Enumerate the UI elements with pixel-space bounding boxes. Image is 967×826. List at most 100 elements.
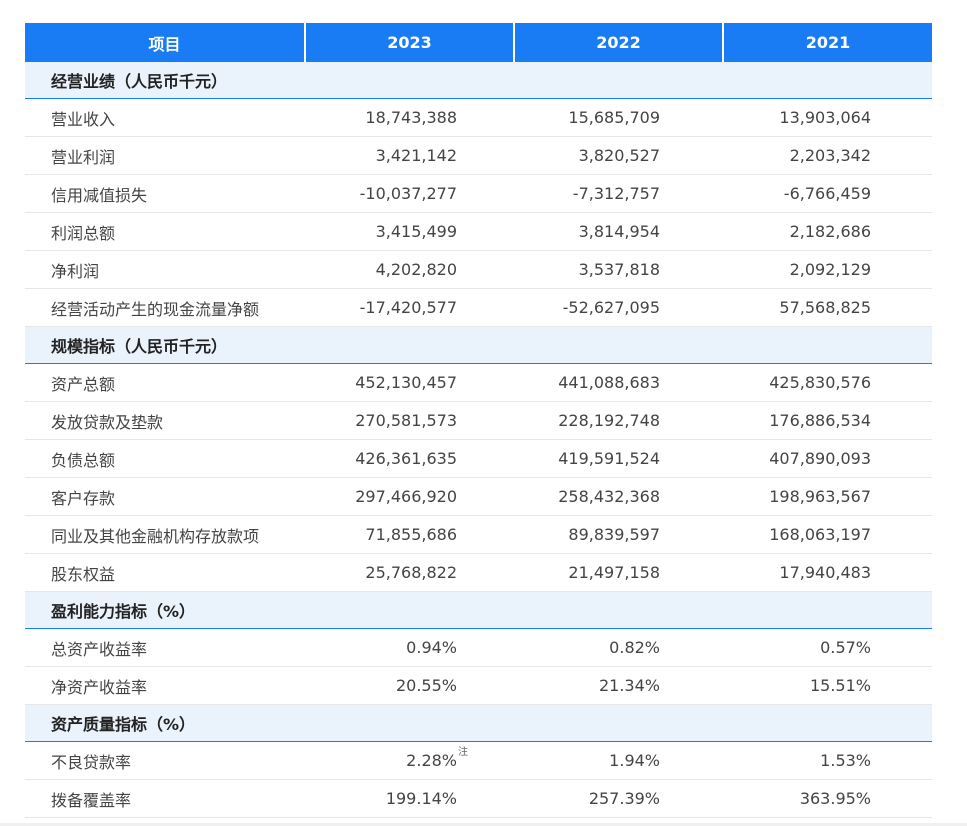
value-text: 426,361,635 [355, 449, 457, 468]
value-text: 4,202,820 [375, 260, 457, 279]
value-text: 25,768,822 [365, 563, 457, 582]
value-text: 441,088,683 [558, 373, 660, 392]
value-text: 21.34% [598, 676, 660, 695]
value-cell: -52,627,095 [513, 298, 722, 317]
row-label: 利润总额 [51, 223, 116, 243]
value-text: 18,743,388 [365, 108, 457, 127]
value-cell: 71,855,686 [304, 525, 513, 544]
value-text: 0.82% [609, 638, 660, 657]
value-text: 176,886,534 [769, 411, 871, 430]
value-cell: 419,591,524 [513, 449, 722, 468]
value-text: 452,130,457 [355, 373, 457, 392]
value-text: 20.55% [395, 676, 457, 695]
value-cell: 2.28% 注 [304, 747, 513, 770]
row-label: 营业收入 [51, 109, 116, 129]
value-text: 1.94% [609, 751, 660, 770]
value-text: 419,591,524 [558, 449, 660, 468]
footnote-marker: 注 [458, 747, 468, 758]
value-cell: 20.55% [304, 676, 513, 695]
value-text: 2,092,129 [789, 260, 871, 279]
value-cell: 257.39% [513, 789, 722, 808]
value-text: 257.39% [588, 789, 660, 808]
value-cell: 407,890,093 [722, 449, 932, 468]
table-row: 净资产收益率 20.55% 21.34% 15.51% [25, 667, 932, 705]
value-text: 0.94% [406, 638, 457, 657]
value-cell: 4,202,820 [304, 260, 513, 279]
value-cell: 0.57% [722, 638, 932, 657]
row-label: 发放贷款及垫款 [51, 412, 164, 432]
financial-summary-table: 项目 2023 2022 2021 经营业绩（人民币千元） 营业收入 18,743,… [25, 23, 932, 818]
value-text: 89,839,597 [568, 525, 660, 544]
value-cell: 21,497,158 [513, 563, 722, 582]
value-cell: 198,963,567 [722, 487, 932, 506]
section-title: 经营业绩（人民币千元） [25, 62, 932, 99]
value-text: 21,497,158 [568, 563, 660, 582]
value-cell: 441,088,683 [513, 373, 722, 392]
table-row: 股东权益 25,768,822 21,497,158 17,940,483 [25, 554, 932, 592]
value-text: 3,814,954 [578, 222, 660, 241]
value-cell: 21.34% [513, 676, 722, 695]
value-cell: 258,432,368 [513, 487, 722, 506]
value-text: 425,830,576 [769, 373, 871, 392]
section-title: 盈利能力指标（%） [25, 592, 932, 629]
value-text: -52,627,095 [562, 298, 660, 317]
value-text: 3,537,818 [578, 260, 660, 279]
row-label: 信用减值损失 [51, 185, 148, 205]
value-text: 2,203,342 [789, 146, 871, 165]
row-label: 客户存款 [51, 488, 116, 508]
value-text: 270,581,573 [355, 411, 457, 430]
table-row: 营业收入 18,743,388 15,685,709 13,903,064 [25, 99, 932, 137]
table-row: 拨备覆盖率 199.14% 257.39% 363.95% [25, 780, 932, 818]
table-row: 净利润 4,202,820 3,537,818 2,092,129 [25, 251, 932, 289]
value-cell: 297,466,920 [304, 487, 513, 506]
value-text: 228,192,748 [558, 411, 660, 430]
value-cell: 2,182,686 [722, 222, 932, 241]
value-text: 168,063,197 [769, 525, 871, 544]
value-text: 363.95% [799, 789, 871, 808]
value-text: -10,037,277 [359, 184, 457, 203]
row-label: 股东权益 [51, 564, 116, 584]
value-text: -7,312,757 [572, 184, 660, 203]
value-cell: 3,814,954 [513, 222, 722, 241]
value-text: -17,420,577 [359, 298, 457, 317]
value-text: 17,940,483 [779, 563, 871, 582]
value-text: 198,963,567 [769, 487, 871, 506]
table-row: 负债总额 426,361,635 419,591,524 407,890,093 [25, 440, 932, 478]
value-cell: 425,830,576 [722, 373, 932, 392]
value-cell: 2,203,342 [722, 146, 932, 165]
value-cell: 168,063,197 [722, 525, 932, 544]
value-cell: 176,886,534 [722, 411, 932, 430]
table-row: 营业利润 3,421,142 3,820,527 2,203,342 [25, 137, 932, 175]
table-body: 经营业绩（人民币千元） 营业收入 18,743,388 15,685,709 13,90… [25, 62, 932, 818]
value-cell: 0.94% [304, 638, 513, 657]
value-text: 297,466,920 [355, 487, 457, 506]
value-cell: 228,192,748 [513, 411, 722, 430]
value-cell: 363.95% [722, 789, 932, 808]
row-label: 资产总额 [51, 374, 116, 394]
value-cell: 25,768,822 [304, 563, 513, 582]
row-label: 不良贷款率 [51, 752, 132, 772]
value-text: 71,855,686 [365, 525, 457, 544]
value-text: 3,820,527 [578, 146, 660, 165]
value-cell: 426,361,635 [304, 449, 513, 468]
header-year-2021: 2021 [722, 23, 932, 62]
value-text: 2,182,686 [789, 222, 871, 241]
table-row: 同业及其他金融机构存放款项 71,855,686 89,839,597 168,063… [25, 516, 932, 554]
value-cell: -6,766,459 [722, 184, 932, 203]
value-cell: 3,820,527 [513, 146, 722, 165]
table-row: 信用减值损失 -10,037,277 -7,312,757 -6,766,459 [25, 175, 932, 213]
row-label: 经营活动产生的现金流量净额 [51, 299, 260, 319]
value-cell: 18,743,388 [304, 108, 513, 127]
value-cell: 199.14% [304, 789, 513, 808]
value-cell: 452,130,457 [304, 373, 513, 392]
table-row: 资产总额 452,130,457 441,088,683 425,830,576 [25, 364, 932, 402]
value-cell: 1.53% [722, 751, 932, 770]
table-row: 不良贷款率 2.28% 注 1.94% 1.53% [25, 742, 932, 780]
value-text: 1.53% [820, 751, 871, 770]
value-cell: 0.82% [513, 638, 722, 657]
row-label: 总资产收益率 [51, 639, 148, 659]
table-row: 利润总额 3,415,499 3,814,954 2,182,686 [25, 213, 932, 251]
row-label: 负债总额 [51, 450, 116, 470]
value-cell: -7,312,757 [513, 184, 722, 203]
row-label: 拨备覆盖率 [51, 790, 132, 810]
